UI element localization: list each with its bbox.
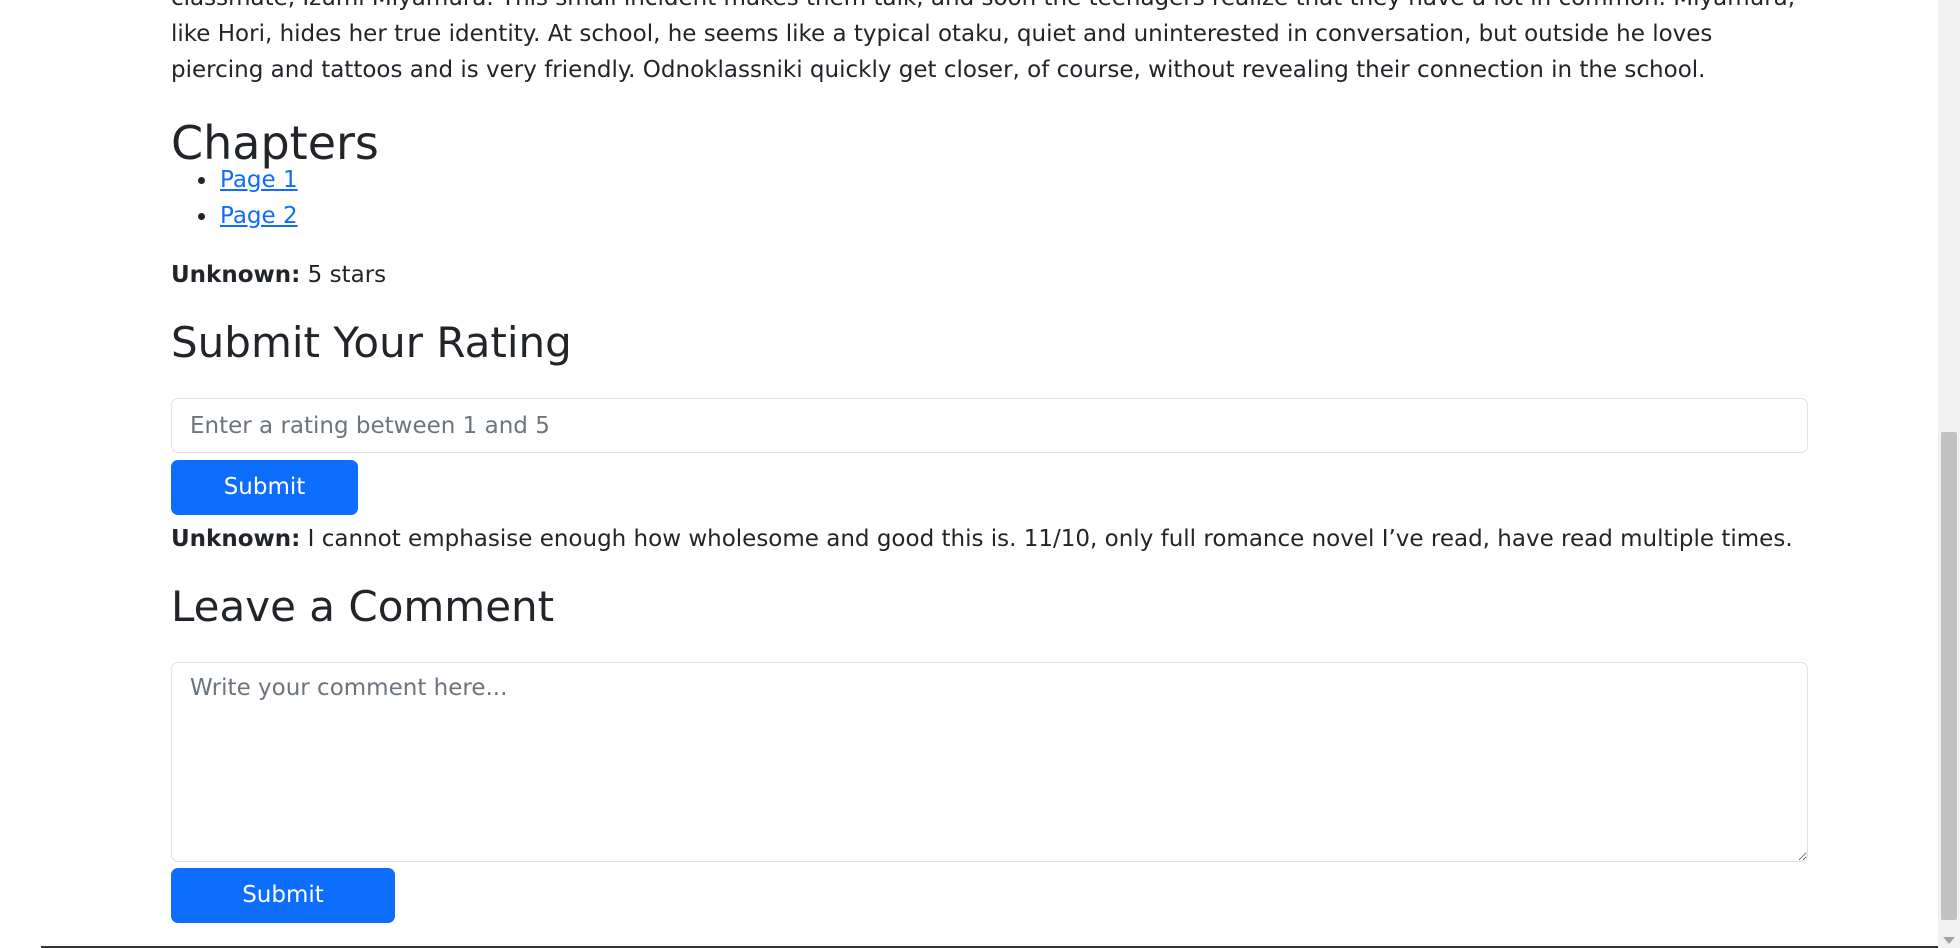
comment-text: I cannot emphasise enough how wholesome … [307, 526, 1793, 552]
existing-rating: Unknown: 5 stars [171, 257, 386, 293]
rating-input[interactable] [171, 398, 1808, 453]
submit-rating-heading: Submit Your Rating [171, 318, 572, 367]
existing-comment: Unknown: I cannot emphasise enough how w… [171, 521, 1793, 557]
leave-comment-heading: Leave a Comment [171, 582, 555, 631]
scrollbar-thumb[interactable] [1941, 432, 1957, 920]
submit-comment-button[interactable]: Submit Comment [171, 868, 395, 948]
comment-author: Unknown: [171, 526, 301, 552]
chapter-list-item: Page 1 [218, 162, 298, 198]
chapter-link-page-2[interactable]: Page 2 [220, 203, 298, 229]
manga-description: classmate, Izumi Miyamura. This small in… [171, 0, 1795, 83]
chapter-list: Page 1 Page 2 [171, 162, 298, 234]
comment-textarea[interactable] [171, 662, 1808, 862]
page-viewport: classmate, Izumi Miyamura. This small in… [0, 0, 1960, 948]
scroll-down-arrow-icon[interactable] [1943, 937, 1955, 944]
chapter-link-page-1[interactable]: Page 1 [220, 167, 298, 193]
chapter-list-item: Page 2 [218, 198, 298, 234]
rating-value: 5 stars [307, 262, 387, 288]
rating-author: Unknown: [171, 262, 301, 288]
vertical-scrollbar[interactable] [1938, 0, 1960, 948]
submit-rating-button[interactable]: Submit Rating [171, 460, 358, 553]
main-content: classmate, Izumi Miyamura. This small in… [171, 0, 1808, 948]
